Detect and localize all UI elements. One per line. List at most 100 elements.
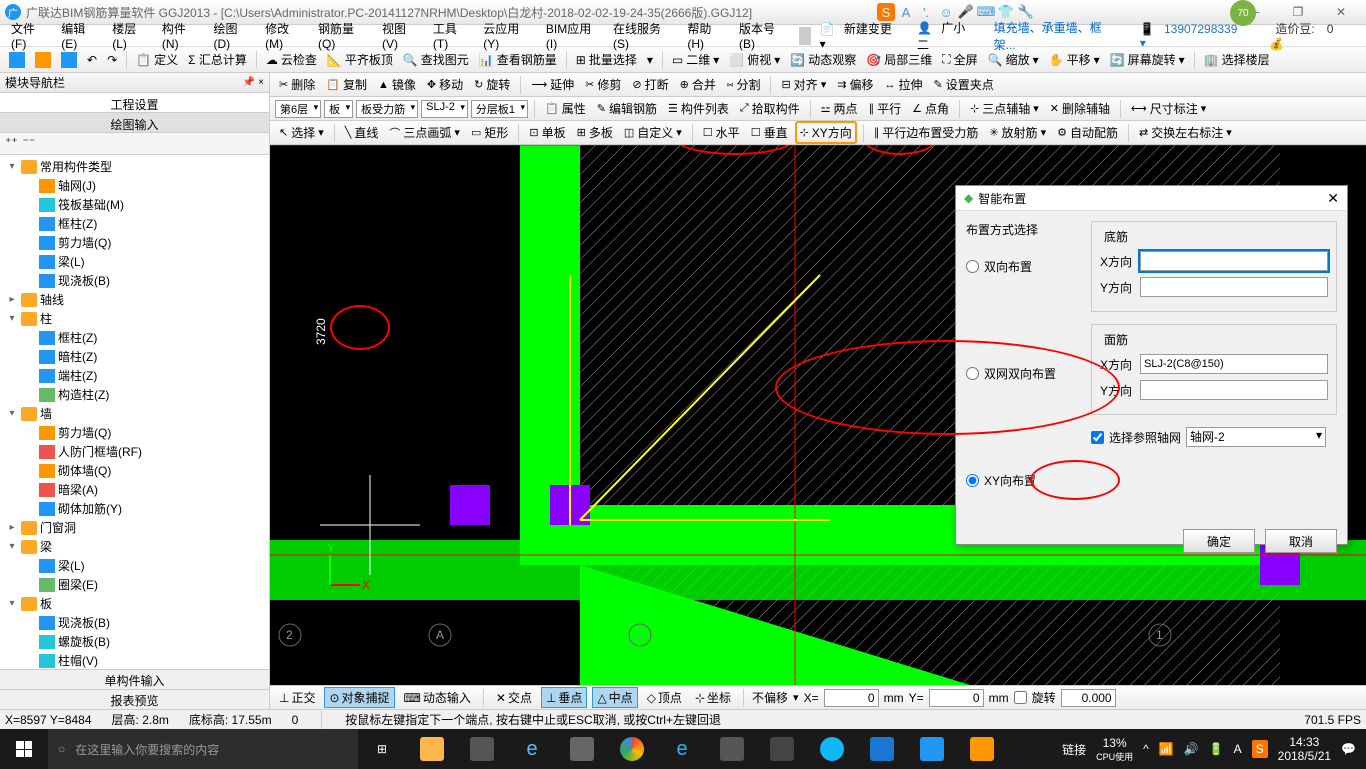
menu-bim[interactable]: BIM应用(I) xyxy=(540,18,607,53)
auto-rebar-button[interactable]: ⚙ 自动配筋 xyxy=(1053,122,1122,143)
tree-item[interactable]: ▾柱 xyxy=(2,309,267,328)
type-combo[interactable]: 板 xyxy=(324,100,353,118)
view-rebar-button[interactable]: 📊 查看钢筋量 xyxy=(475,49,561,70)
collapse-all-icon[interactable]: ⁻⁻ xyxy=(23,135,36,152)
rotate-input[interactable] xyxy=(1061,689,1116,707)
cancel-button[interactable]: 取消 xyxy=(1265,529,1337,553)
battery-icon[interactable]: 🔋 xyxy=(1209,742,1224,756)
notification-icon[interactable]: 💬 xyxy=(1341,742,1356,756)
start-button[interactable] xyxy=(0,729,48,769)
panel-pin-icon[interactable]: 📌 × xyxy=(243,77,264,88)
menu-floor[interactable]: 楼层(L) xyxy=(106,18,156,53)
tree-item[interactable]: 圈梁(E) xyxy=(2,575,267,594)
tray-up-icon[interactable]: ^ xyxy=(1143,742,1149,756)
bottom-y-input[interactable] xyxy=(1140,277,1328,297)
three-aux-button[interactable]: ⊹ 三点辅轴 ▾ xyxy=(966,98,1043,119)
tree-item[interactable]: 现浇板(B) xyxy=(2,271,267,290)
cpu-meter[interactable]: 13%CPU使用 xyxy=(1096,736,1133,763)
calc-icon[interactable] xyxy=(758,729,806,769)
y-offset-input[interactable] xyxy=(929,689,984,707)
axis-select[interactable]: 轴网-2 ▾ xyxy=(1186,427,1326,447)
dialog-titlebar[interactable]: ◆ 智能布置 ✕ xyxy=(956,186,1347,211)
ref-axis-checkbox[interactable] xyxy=(1091,431,1104,444)
tree-item[interactable]: 剪力墙(Q) xyxy=(2,233,267,252)
flat-top-button[interactable]: 📐 平齐板顶 xyxy=(323,49,397,70)
tree-item[interactable]: 梁(L) xyxy=(2,252,267,271)
menu-rebar[interactable]: 钢筋量(Q) xyxy=(312,18,376,53)
score-badge[interactable]: 70 xyxy=(1230,0,1256,26)
bottom-x-input[interactable] xyxy=(1140,251,1328,271)
parallel-button[interactable]: ∥ 平行 xyxy=(865,98,906,119)
swap-button[interactable]: ⇄ 交换左右标注 ▾ xyxy=(1135,122,1236,143)
tree-item[interactable]: 砌体墙(Q) xyxy=(2,461,267,480)
tree-item[interactable]: 暗梁(A) xyxy=(2,480,267,499)
menu-help[interactable]: 帮助(H) xyxy=(681,18,733,53)
copy-button[interactable]: 📋 复制 xyxy=(322,74,371,95)
tree-item[interactable]: 构造柱(Z) xyxy=(2,385,267,404)
single-comp-tab[interactable]: 单构件输入 xyxy=(0,669,269,689)
ok-button[interactable]: 确定 xyxy=(1183,529,1255,553)
menu-cloud[interactable]: 云应用(Y) xyxy=(477,18,540,53)
rotate-button[interactable]: ↻ 旋转 xyxy=(470,74,514,95)
attr-button[interactable]: 📋 属性 xyxy=(541,98,590,119)
menu-component[interactable]: 构件(N) xyxy=(156,18,208,53)
vert-button[interactable]: ☐ 垂直 xyxy=(747,122,792,143)
sel-floor-button[interactable]: 🏢 选择楼层 xyxy=(1200,49,1274,70)
del-aux-button[interactable]: ✕ 删除辅轴 xyxy=(1046,98,1114,119)
select-button[interactable]: ↖ 选择 ▾ xyxy=(275,122,328,143)
menu-draw[interactable]: 绘图(D) xyxy=(208,18,260,53)
screen-rot-button[interactable]: 🔄 屏幕旋转 ▾ xyxy=(1106,49,1189,70)
tree-item[interactable]: 梁(L) xyxy=(2,556,267,575)
tree-item[interactable]: 暗柱(Z) xyxy=(2,347,267,366)
dyn-input-toggle[interactable]: ⌨ 动态输入 xyxy=(400,688,475,707)
tree-item[interactable]: 剪力墙(Q) xyxy=(2,423,267,442)
align-button[interactable]: ⊟ 对齐 ▾ xyxy=(777,74,830,95)
rotate-checkbox[interactable] xyxy=(1014,691,1027,704)
menu-version[interactable]: 版本号(B) xyxy=(733,18,796,53)
tree-item[interactable]: 现浇板(B) xyxy=(2,613,267,632)
x-offset-input[interactable] xyxy=(824,689,879,707)
expand-all-icon[interactable]: ⁺⁺ xyxy=(5,135,18,152)
radio-double-net[interactable]: 双网双向布置 xyxy=(966,365,1076,382)
tree-item[interactable]: 人防门框墙(RF) xyxy=(2,442,267,461)
pick-button[interactable]: ⤢ 拾取构件 xyxy=(736,98,804,119)
cross-snap[interactable]: ✕ 交点 xyxy=(492,688,536,707)
par-side-button[interactable]: ∥ 平行边布置受力筋 xyxy=(870,122,983,143)
define-button[interactable]: 📋 定义 xyxy=(132,49,182,70)
snap-toggle[interactable]: ⊙ 对象捕捉 xyxy=(324,687,394,708)
notes-icon[interactable] xyxy=(958,729,1006,769)
volume-icon[interactable]: 🔊 xyxy=(1184,742,1199,756)
tab-project-settings[interactable]: 工程设置 xyxy=(0,93,269,112)
delete-button[interactable]: ✂ 删除 xyxy=(275,74,319,95)
vertex-snap[interactable]: ◇ 顶点 xyxy=(643,688,686,707)
tree-item[interactable]: ▸门窗洞 xyxy=(2,518,267,537)
dyn-obs-button[interactable]: 🔄 动态观察 xyxy=(786,49,860,70)
overlook-button[interactable]: ⬜ 俯视 ▾ xyxy=(725,49,784,70)
name-combo[interactable]: SLJ-2 xyxy=(421,100,468,118)
menu-view[interactable]: 视图(V) xyxy=(376,18,427,53)
line-button[interactable]: ╲ 直线 xyxy=(341,122,383,143)
trim-button[interactable]: ✂ 修剪 xyxy=(581,74,625,95)
split-button[interactable]: ⑅ 分割 xyxy=(723,74,765,95)
tree-item[interactable]: 轴网(J) xyxy=(2,176,267,195)
menu-modify[interactable]: 修改(M) xyxy=(259,18,312,53)
pt-angle-button[interactable]: ∠ 点角 xyxy=(908,98,953,119)
move-button[interactable]: ✥ 移动 xyxy=(423,74,467,95)
save-button[interactable] xyxy=(57,50,81,70)
tree-item[interactable]: ▾梁 xyxy=(2,537,267,556)
two-pt-button[interactable]: ⚍ 两点 xyxy=(817,98,862,119)
menu-tool[interactable]: 工具(T) xyxy=(427,18,477,53)
dim-button[interactable]: ⟷ 尺寸标注 ▾ xyxy=(1127,98,1210,119)
tree-item[interactable]: 柱帽(V) xyxy=(2,651,267,669)
app-icon-1[interactable] xyxy=(458,729,506,769)
qq-icon[interactable] xyxy=(808,729,856,769)
tree-item[interactable]: ▸轴线 xyxy=(2,290,267,309)
radio-xy[interactable]: XY向布置 xyxy=(966,472,1076,489)
coord-snap[interactable]: ⊹ 坐标 xyxy=(691,688,735,707)
tree-item[interactable]: 框柱(Z) xyxy=(2,328,267,347)
redo-button[interactable]: ↷ xyxy=(103,51,121,69)
taskbar-search[interactable]: ○ 在这里输入你要搜索的内容 xyxy=(48,729,358,769)
tree-item[interactable]: ▾墙 xyxy=(2,404,267,423)
sum-calc-button[interactable]: Σ 汇总计算 xyxy=(184,49,251,70)
local-3d-button[interactable]: 🎯 局部三维 xyxy=(862,49,936,70)
